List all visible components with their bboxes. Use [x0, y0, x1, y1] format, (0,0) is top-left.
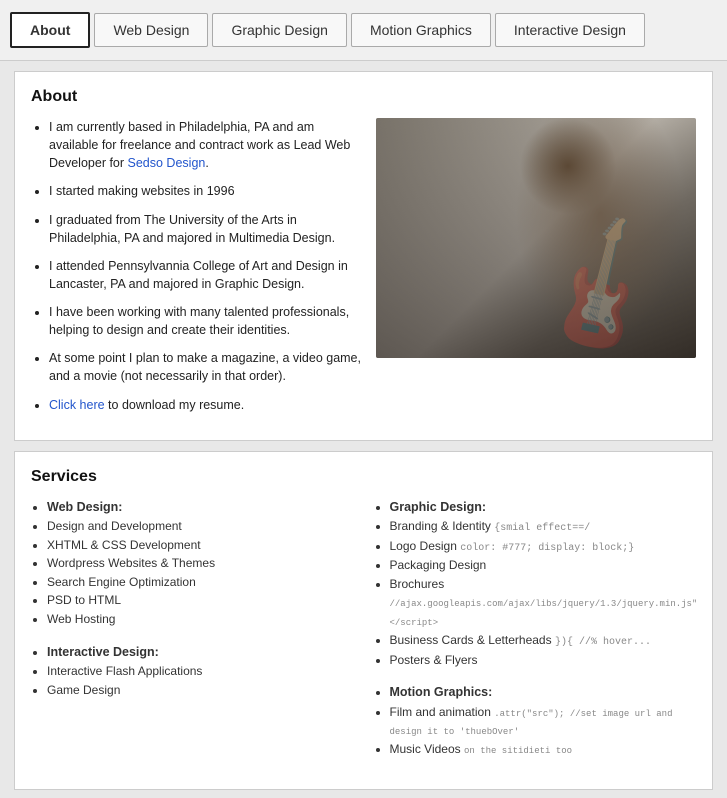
tab-motion-graphics[interactable]: Motion Graphics: [351, 13, 491, 47]
services-right-column: Graphic Design: Branding & Identity {smi…: [374, 498, 697, 774]
list-item: I am currently based in Philadelphia, PA…: [49, 118, 366, 172]
graphic-design-list: Graphic Design: Branding & Identity {smi…: [374, 498, 697, 670]
service-web-design: Web Design: Design and Development XHTML…: [31, 498, 354, 629]
about-title: About: [31, 88, 696, 106]
resume-text: to download my resume.: [105, 398, 245, 412]
list-item: Interactive Flash Applications: [47, 662, 354, 681]
graphic-design-title: Graphic Design:: [390, 500, 487, 514]
motion-graphics-title: Motion Graphics:: [390, 685, 493, 699]
list-item: Web Design:: [47, 498, 354, 517]
list-item: Business Cards & Letterheads }){ //% hov…: [390, 631, 697, 651]
about-text-area: I am currently based in Philadelphia, PA…: [31, 118, 366, 424]
tab-graphic-design[interactable]: Graphic Design: [212, 13, 347, 47]
list-item: Posters & Flyers: [390, 651, 697, 670]
sedso-design-link[interactable]: Sedso Design: [128, 156, 206, 170]
list-item: PSD to HTML: [47, 591, 354, 610]
guitar-player-image: [376, 118, 696, 358]
list-item: Motion Graphics:: [390, 683, 697, 702]
about-image-area: [376, 118, 696, 424]
list-item: I have been working with many talented p…: [49, 303, 366, 339]
list-item: Logo Design color: #777; display: block;…: [390, 537, 697, 557]
service-interactive-design: Interactive Design: Interactive Flash Ap…: [31, 643, 354, 700]
list-item: Search Engine Optimization: [47, 573, 354, 592]
motion-graphics-list: Motion Graphics: Film and animation .att…: [374, 683, 697, 759]
tab-interactive-design[interactable]: Interactive Design: [495, 13, 645, 47]
services-left-column: Web Design: Design and Development XHTML…: [31, 498, 354, 774]
service-motion-graphics: Motion Graphics: Film and animation .att…: [374, 683, 697, 759]
navigation: About Web Design Graphic Design Motion G…: [0, 0, 727, 61]
list-item: Packaging Design: [390, 556, 697, 575]
tab-about[interactable]: About: [10, 12, 90, 48]
list-item: I graduated from The University of the A…: [49, 211, 366, 247]
list-item: Game Design: [47, 681, 354, 700]
web-design-list: Web Design: Design and Development XHTML…: [31, 498, 354, 629]
list-item: Brochures //ajax.googleapis.com/ajax/lib…: [390, 575, 697, 631]
interactive-design-list: Interactive Design: Interactive Flash Ap…: [31, 643, 354, 700]
main-content: About I am currently based in Philadelph…: [0, 61, 727, 798]
interactive-design-title: Interactive Design:: [47, 645, 159, 659]
list-item: I attended Pennsylvannia College of Art …: [49, 257, 366, 293]
about-content-area: I am currently based in Philadelphia, PA…: [31, 118, 696, 424]
web-design-title: Web Design:: [47, 500, 122, 514]
services-title: Services: [31, 468, 696, 486]
list-item: Interactive Design:: [47, 643, 354, 662]
tab-web-design[interactable]: Web Design: [94, 13, 208, 47]
list-item: At some point I plan to make a magazine,…: [49, 349, 366, 385]
list-item: Music Videos on the sitidieti too: [390, 740, 697, 759]
about-bullets-list: I am currently based in Philadelphia, PA…: [31, 118, 366, 414]
list-item: Wordpress Websites & Themes: [47, 554, 354, 573]
list-item: Film and animation .attr("src"); //set i…: [390, 703, 697, 741]
services-section: Services Web Design: Design and Developm…: [14, 451, 713, 791]
list-item: Click here to download my resume.: [49, 396, 366, 414]
resume-link[interactable]: Click here: [49, 398, 105, 412]
services-grid: Web Design: Design and Development XHTML…: [31, 498, 696, 774]
list-item: Web Hosting: [47, 610, 354, 629]
list-item: Graphic Design:: [390, 498, 697, 517]
list-item: Branding & Identity {smial effect==/: [390, 517, 697, 537]
list-item: Design and Development: [47, 517, 354, 536]
about-section: About I am currently based in Philadelph…: [14, 71, 713, 441]
list-item: I started making websites in 1996: [49, 182, 366, 200]
service-graphic-design: Graphic Design: Branding & Identity {smi…: [374, 498, 697, 670]
